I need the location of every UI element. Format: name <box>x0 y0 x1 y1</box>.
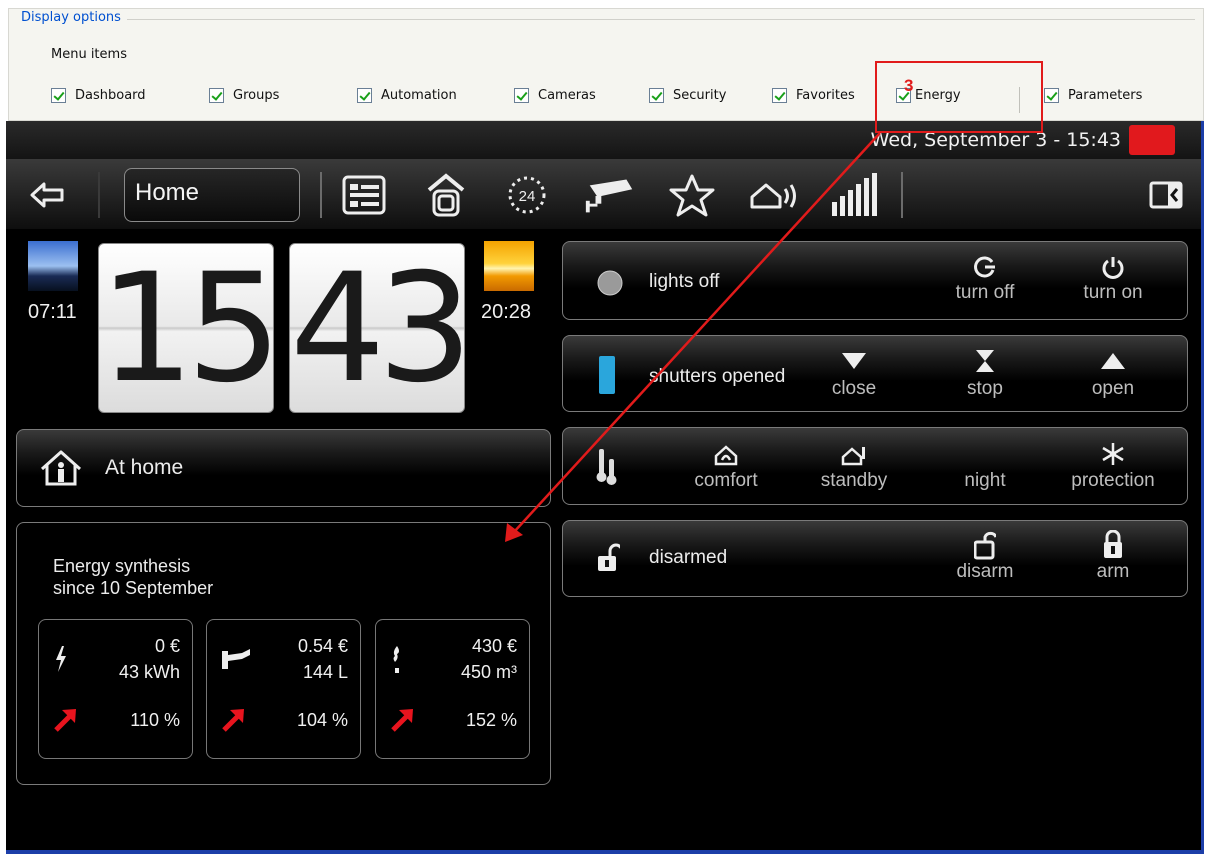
annotation-arrow <box>505 132 881 542</box>
